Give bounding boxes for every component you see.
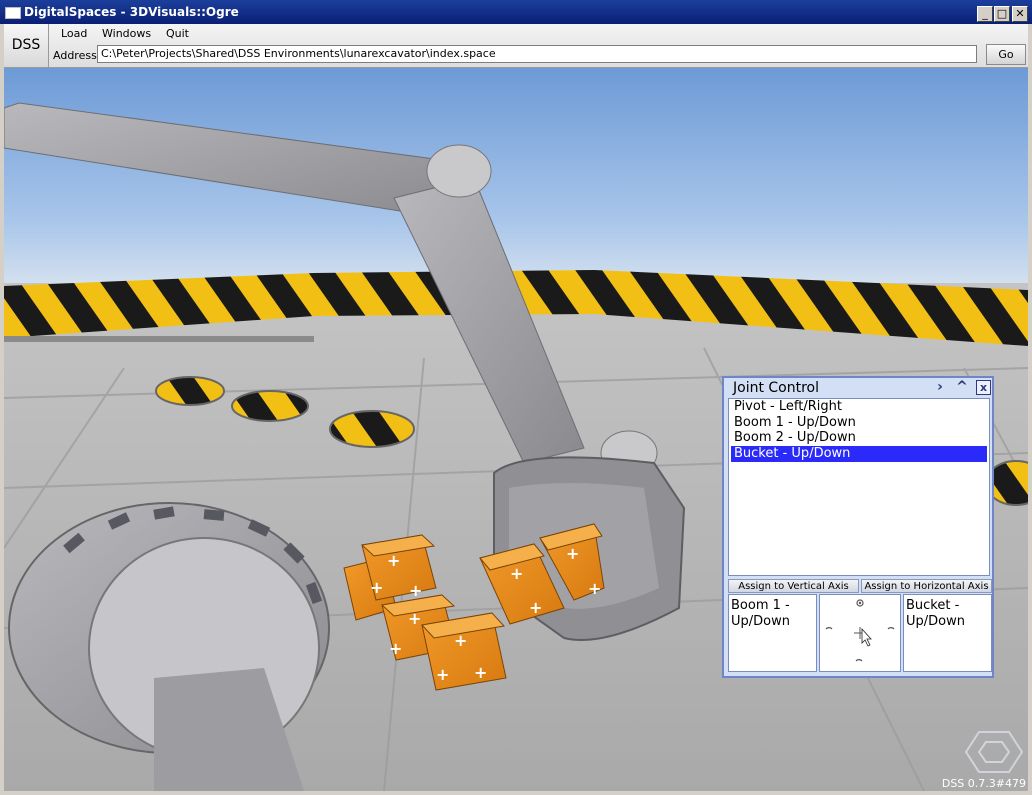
svg-text:+: + [436, 665, 449, 684]
menu-quit[interactable]: Quit [166, 27, 189, 40]
vertical-axis-assignment: Boom 1 - Up/Down [728, 594, 817, 672]
svg-text:+: + [387, 551, 400, 570]
svg-text:+: + [408, 609, 421, 628]
assign-vertical-axis-button[interactable]: Assign to Vertical Axis [728, 579, 859, 593]
3d-viewport[interactable]: + + + + + + + + + + + + DSS 0.7.3#479 Jo [4, 68, 1028, 791]
collapse-up-icon[interactable]: ^ [954, 379, 970, 395]
window-titlebar[interactable]: DigitalSpaces - 3DVisuals::Ogre _ □ ✕ [0, 0, 1032, 24]
go-button[interactable]: Go [986, 44, 1026, 65]
svg-text:+: + [588, 579, 601, 598]
close-window-button[interactable]: ✕ [1012, 6, 1028, 22]
address-label: Address: [53, 49, 101, 62]
joystick-pad[interactable] [819, 594, 901, 672]
assign-horizontal-axis-button[interactable]: Assign to Horizontal Axis [861, 579, 992, 593]
next-arrow-icon[interactable]: › [932, 379, 948, 395]
dss-menu-button[interactable]: DSS [4, 24, 49, 68]
joint-item-boom-1[interactable]: Boom 1 - Up/Down [731, 415, 987, 431]
joint-item-pivot[interactable]: Pivot - Left/Right [731, 399, 987, 415]
toolbar: Load Windows Quit Address: C:\Peter\Proj… [49, 24, 1028, 68]
joint-control-panel: Joint Control › ^ x Pivot - Left/Right B… [722, 376, 994, 678]
app-area: + + + + + + + + + + + + DSS 0.7.3#479 Jo [4, 24, 1028, 791]
svg-text:+: + [474, 663, 487, 682]
svg-text:+: + [510, 564, 523, 583]
window-title: DigitalSpaces - 3DVisuals::Ogre [24, 5, 239, 19]
minimize-button[interactable]: _ [977, 6, 993, 22]
joint-control-titlebar[interactable]: Joint Control › ^ x [724, 378, 992, 396]
joint-item-boom-2[interactable]: Boom 2 - Up/Down [731, 430, 987, 446]
joint-control-title: Joint Control [733, 380, 820, 396]
svg-text:+: + [370, 578, 383, 597]
joint-list[interactable]: Pivot - Left/Right Boom 1 - Up/Down Boom… [728, 398, 990, 576]
dss-logo-watermark [964, 731, 1024, 773]
joint-item-bucket[interactable]: Bucket - Up/Down [731, 446, 987, 462]
horizontal-axis-assignment: Bucket - Up/Down [903, 594, 992, 672]
joystick-pad-graphic [825, 599, 895, 662]
maximize-button[interactable]: □ [994, 6, 1010, 22]
svg-text:+: + [409, 581, 422, 600]
svg-text:+: + [389, 639, 402, 658]
svg-text:+: + [566, 544, 579, 563]
close-panel-icon[interactable]: x [976, 380, 991, 395]
version-label: DSS 0.7.3#479 [941, 777, 1026, 790]
svg-text:+: + [529, 598, 542, 617]
menu-load[interactable]: Load [61, 27, 87, 40]
menu-windows[interactable]: Windows [102, 27, 151, 40]
svg-text:+: + [454, 631, 467, 650]
window-icon [5, 7, 21, 19]
address-input[interactable]: C:\Peter\Projects\Shared\DSS Environment… [97, 45, 977, 63]
